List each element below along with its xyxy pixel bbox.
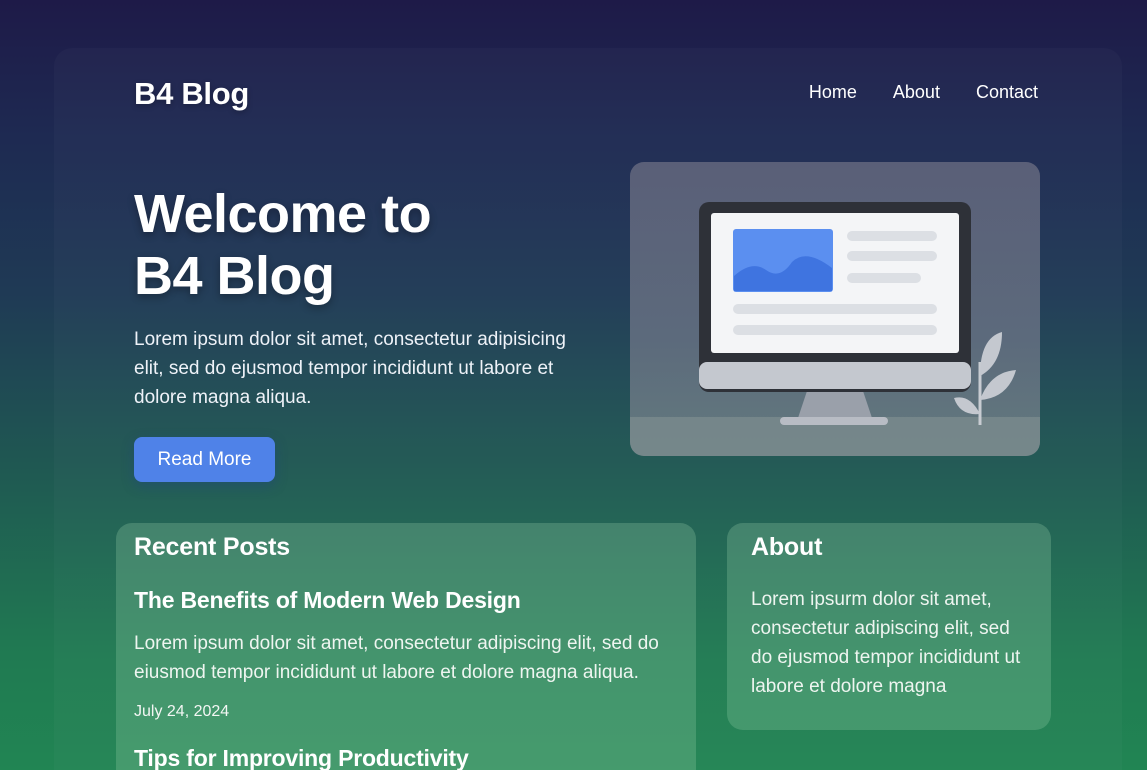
nav-home[interactable]: Home <box>809 82 857 103</box>
computer-monitor-icon <box>630 202 1040 456</box>
hero-title-line-2: B4 Blog <box>134 246 335 306</box>
main-nav: Home About Contact <box>809 82 1038 103</box>
about-text: Lorem ipsurm dolor sit amet, consectetur… <box>751 589 1021 697</box>
about-card: About Lorem ipsurm dolor sit amet, conse… <box>727 523 1051 730</box>
read-more-button[interactable]: Read More <box>134 437 275 482</box>
post-date: July 24, 2024 <box>134 703 230 720</box>
site-header: B4 Blog Home About Contact <box>134 74 1038 114</box>
hero-illustration <box>630 162 1040 456</box>
about-title: About <box>751 533 823 561</box>
hero-title-line-1: Welcome to <box>134 184 432 244</box>
nav-contact[interactable]: Contact <box>976 82 1038 103</box>
recent-posts-card: Recent Posts The Benefits of Modern Web … <box>116 523 696 770</box>
nav-about[interactable]: About <box>893 82 940 103</box>
post-title[interactable]: Tips for Improving Productivity <box>134 745 469 770</box>
hero-description: Lorem ipsum dolor sit amet, consectetur … <box>134 329 566 408</box>
hero-title: Welcome to B4 Blog <box>134 183 604 307</box>
recent-posts-title: Recent Posts <box>134 533 290 561</box>
site-logo[interactable]: B4 Blog <box>134 76 249 112</box>
post-excerpt: Lorem ipsum dolor sit amet, consectetur … <box>134 633 659 683</box>
post-title[interactable]: The Benefits of Modern Web Design <box>134 587 521 614</box>
